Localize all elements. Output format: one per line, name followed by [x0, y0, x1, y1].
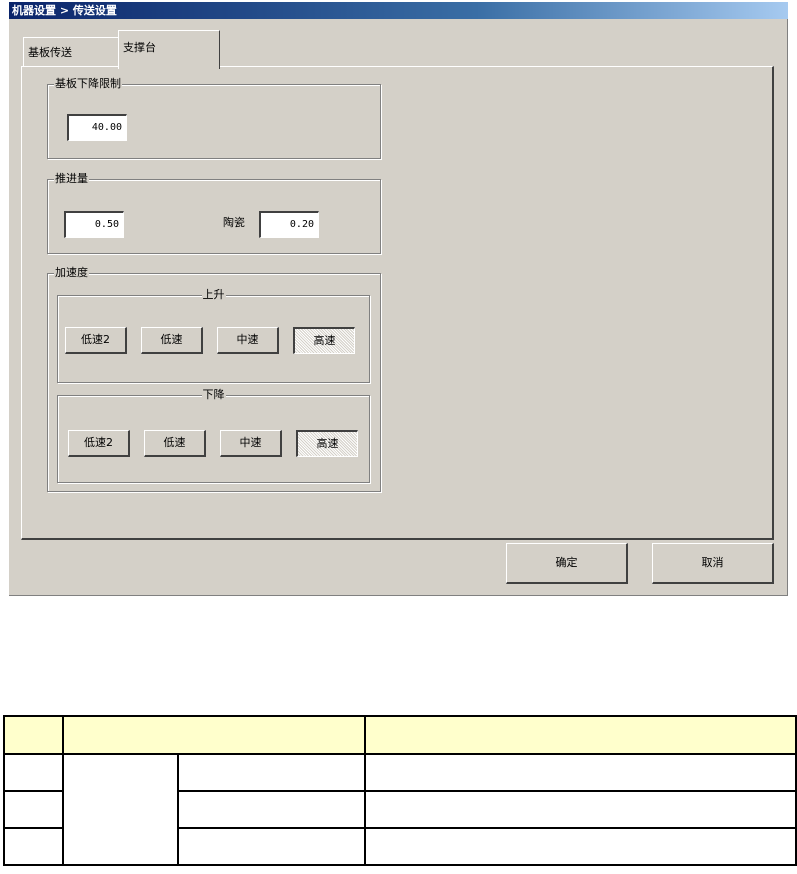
tab-support-table[interactable]: 支撑台 — [118, 30, 220, 69]
ok-button[interactable]: 确定 — [506, 543, 628, 584]
rise-medium-speed-button[interactable]: 中速 — [217, 327, 279, 354]
table-header-cell — [364, 715, 797, 755]
window-title: 机器设置 > 传送设置 — [9, 2, 788, 19]
table-header-cell — [3, 715, 64, 755]
group-title: 基板下降限制 — [54, 77, 122, 91]
table-row — [3, 753, 797, 866]
ceramic-push-input[interactable]: 0.20 — [259, 211, 319, 238]
tab-label: 支撑台 — [123, 41, 156, 54]
cancel-button[interactable]: 取消 — [652, 543, 774, 584]
table-cell — [364, 790, 797, 829]
fall-low-speed-2-button[interactable]: 低速2 — [68, 430, 130, 457]
fall-low-speed-button[interactable]: 低速 — [144, 430, 206, 457]
push-amount-input[interactable]: 0.50 — [64, 211, 124, 238]
fall-high-speed-button[interactable]: 高速 — [296, 430, 358, 457]
ceramic-label: 陶瓷 — [223, 216, 245, 229]
rise-high-speed-button[interactable]: 高速 — [293, 327, 355, 354]
tab-panel: 基板下降限制 40.00 推进量 0.50 陶瓷 0.20 加速度 上升 低速2… — [21, 66, 774, 540]
table-cell — [364, 827, 797, 866]
tab-label: 基板传送 — [28, 46, 72, 59]
table-cell — [177, 753, 366, 792]
substrate-lower-limit-group: 基板下降限制 40.00 — [47, 77, 381, 159]
table-cell — [62, 753, 179, 866]
substrate-lower-limit-input[interactable]: 40.00 — [67, 114, 127, 141]
table-header-row — [3, 715, 797, 755]
push-amount-group: 推进量 0.50 陶瓷 0.20 — [47, 172, 381, 254]
table-cell — [364, 753, 797, 792]
rise-group: 上升 低速2 低速 中速 高速 — [57, 288, 370, 383]
table-cell — [177, 790, 366, 829]
group-title: 上升 — [201, 288, 226, 302]
fall-group: 下降 低速2 低速 中速 高速 — [57, 388, 370, 483]
acceleration-group: 加速度 上升 低速2 低速 中速 高速 下降 低速2 低速 中速 高速 — [47, 266, 381, 492]
group-title: 推进量 — [54, 172, 89, 186]
settings-window: 机器设置 > 传送设置 基板传送 支撑台 基板下降限制 40.00 推进量 0.… — [9, 2, 788, 596]
group-title: 加速度 — [54, 266, 89, 280]
fall-medium-speed-button[interactable]: 中速 — [220, 430, 282, 457]
rise-low-speed-2-button[interactable]: 低速2 — [65, 327, 127, 354]
table-cell — [3, 753, 64, 792]
document-table — [3, 715, 797, 866]
rise-low-speed-button[interactable]: 低速 — [141, 327, 203, 354]
table-cell — [3, 790, 64, 829]
tab-substrate-transfer[interactable]: 基板传送 — [23, 37, 121, 67]
table-header-cell — [62, 715, 366, 755]
group-title: 下降 — [201, 388, 226, 402]
table-cell — [177, 827, 366, 866]
table-cell — [3, 827, 64, 866]
